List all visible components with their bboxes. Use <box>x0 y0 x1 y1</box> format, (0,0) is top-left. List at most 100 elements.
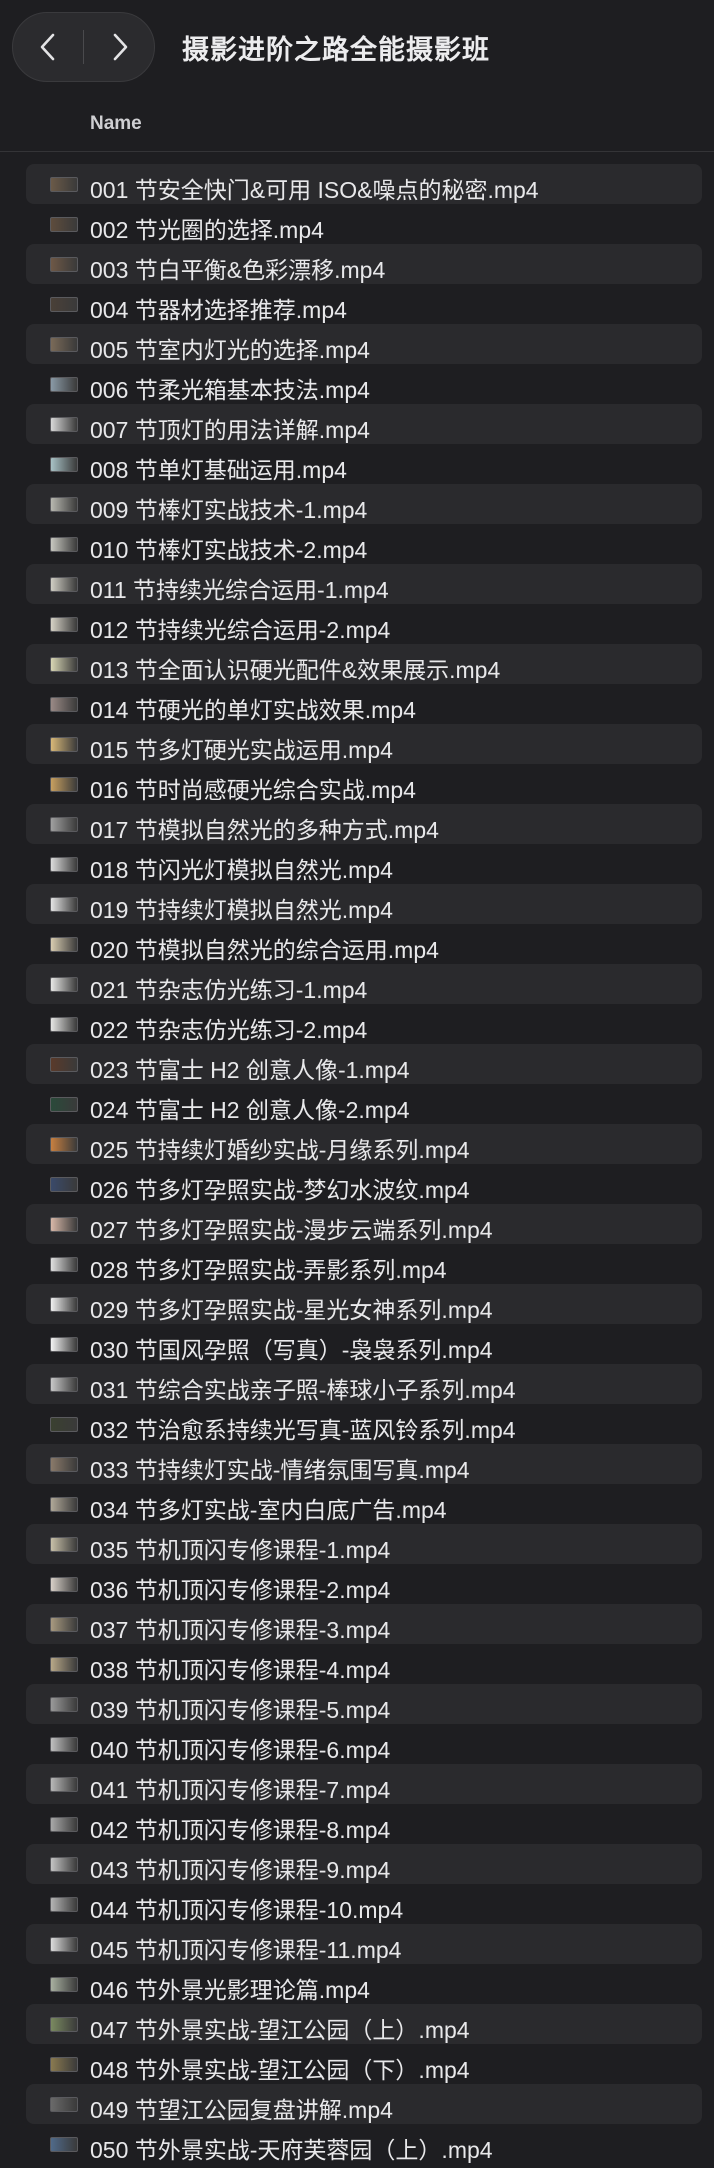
back-button[interactable] <box>13 13 83 81</box>
file-name: 039 节机顶闪专修课程-5.mp4 <box>90 1697 391 1723</box>
file-row[interactable]: 001 节安全快门&可用 ISO&噪点的秘密.mp4 <box>26 164 702 204</box>
file-row[interactable]: 022 节杂志仿光练习-2.mp4 <box>26 1004 702 1044</box>
file-name: 019 节持续灯模拟自然光.mp4 <box>90 897 393 923</box>
file-row[interactable]: 044 节机顶闪专修课程-10.mp4 <box>26 1884 702 1924</box>
video-thumbnail-icon <box>50 1777 78 1792</box>
video-thumbnail-icon <box>50 257 78 272</box>
video-thumbnail-icon <box>50 337 78 352</box>
file-name: 025 节持续灯婚纱实战-月缘系列.mp4 <box>90 1137 470 1163</box>
file-row[interactable]: 014 节硬光的单灯实战效果.mp4 <box>26 684 702 724</box>
file-name: 034 节多灯实战-室内白底广告.mp4 <box>90 1497 447 1523</box>
file-name: 003 节白平衡&色彩漂移.mp4 <box>90 257 386 283</box>
file-name: 002 节光圈的选择.mp4 <box>90 217 324 243</box>
file-row[interactable]: 027 节多灯孕照实战-漫步云端系列.mp4 <box>26 1204 702 1244</box>
video-thumbnail-icon <box>50 577 78 592</box>
file-row[interactable]: 011 节持续光综合运用-1.mp4 <box>26 564 702 604</box>
video-thumbnail-icon <box>50 1417 78 1432</box>
file-name: 008 节单灯基础运用.mp4 <box>90 457 347 483</box>
file-name: 021 节杂志仿光练习-1.mp4 <box>90 977 368 1003</box>
file-row[interactable]: 021 节杂志仿光练习-1.mp4 <box>26 964 702 1004</box>
file-name: 023 节富士 H2 创意人像-1.mp4 <box>90 1057 410 1083</box>
file-name: 027 节多灯孕照实战-漫步云端系列.mp4 <box>90 1217 493 1243</box>
file-name: 046 节外景光影理论篇.mp4 <box>90 1977 370 2003</box>
file-row[interactable]: 047 节外景实战-望江公园（上）.mp4 <box>26 2004 702 2044</box>
file-row[interactable]: 031 节综合实战亲子照-棒球小子系列.mp4 <box>26 1364 702 1404</box>
file-name: 047 节外景实战-望江公园（上）.mp4 <box>90 2017 470 2043</box>
file-row[interactable]: 006 节柔光箱基本技法.mp4 <box>26 364 702 404</box>
file-row[interactable]: 033 节持续灯实战-情绪氛围写真.mp4 <box>26 1444 702 1484</box>
file-row[interactable]: 036 节机顶闪专修课程-2.mp4 <box>26 1564 702 1604</box>
file-row[interactable]: 005 节室内灯光的选择.mp4 <box>26 324 702 364</box>
file-row[interactable]: 012 节持续光综合运用-2.mp4 <box>26 604 702 644</box>
file-row[interactable]: 018 节闪光灯模拟自然光.mp4 <box>26 844 702 884</box>
file-name: 024 节富士 H2 创意人像-2.mp4 <box>90 1097 410 1123</box>
file-row[interactable]: 050 节外景实战-天府芙蓉园（上）.mp4 <box>26 2124 702 2164</box>
file-name: 022 节杂志仿光练习-2.mp4 <box>90 1017 368 1043</box>
navigation-pill <box>12 12 155 82</box>
video-thumbnail-icon <box>50 1977 78 1992</box>
video-thumbnail-icon <box>50 697 78 712</box>
file-row[interactable]: 039 节机顶闪专修课程-5.mp4 <box>26 1684 702 1724</box>
file-list: 001 节安全快门&可用 ISO&噪点的秘密.mp4 002 节光圈的选择.mp4… <box>0 164 714 2164</box>
video-thumbnail-icon <box>50 497 78 512</box>
file-name: 017 节模拟自然光的多种方式.mp4 <box>90 817 439 843</box>
file-name: 006 节柔光箱基本技法.mp4 <box>90 377 370 403</box>
file-row[interactable]: 002 节光圈的选择.mp4 <box>26 204 702 244</box>
video-thumbnail-icon <box>50 1577 78 1592</box>
file-row[interactable]: 045 节机顶闪专修课程-11.mp4 <box>26 1924 702 1964</box>
file-name: 035 节机顶闪专修课程-1.mp4 <box>90 1537 391 1563</box>
file-row[interactable]: 009 节棒灯实战技术-1.mp4 <box>26 484 702 524</box>
file-row[interactable]: 028 节多灯孕照实战-弄影系列.mp4 <box>26 1244 702 1284</box>
file-row[interactable]: 030 节国风孕照（写真）-袅袅系列.mp4 <box>26 1324 702 1364</box>
file-row[interactable]: 019 节持续灯模拟自然光.mp4 <box>26 884 702 924</box>
video-thumbnail-icon <box>50 1297 78 1312</box>
file-row[interactable]: 035 节机顶闪专修课程-1.mp4 <box>26 1524 702 1564</box>
video-thumbnail-icon <box>50 1857 78 1872</box>
file-name: 028 节多灯孕照实战-弄影系列.mp4 <box>90 1257 447 1283</box>
column-header-name[interactable]: Name <box>90 113 142 135</box>
video-thumbnail-icon <box>50 977 78 992</box>
file-name: 015 节多灯硬光实战运用.mp4 <box>90 737 393 763</box>
video-thumbnail-icon <box>50 1497 78 1512</box>
video-thumbnail-icon <box>50 217 78 232</box>
chevron-left-icon <box>40 33 55 61</box>
file-row[interactable]: 032 节治愈系持续光写真-蓝风铃系列.mp4 <box>26 1404 702 1444</box>
file-row[interactable]: 003 节白平衡&色彩漂移.mp4 <box>26 244 702 284</box>
file-row[interactable]: 046 节外景光影理论篇.mp4 <box>26 1964 702 2004</box>
file-row[interactable]: 020 节模拟自然光的综合运用.mp4 <box>26 924 702 964</box>
file-row[interactable]: 010 节棒灯实战技术-2.mp4 <box>26 524 702 564</box>
file-row[interactable]: 040 节机顶闪专修课程-6.mp4 <box>26 1724 702 1764</box>
file-name: 030 节国风孕照（写真）-袅袅系列.mp4 <box>90 1337 493 1363</box>
file-row[interactable]: 025 节持续灯婚纱实战-月缘系列.mp4 <box>26 1124 702 1164</box>
file-row[interactable]: 016 节时尚感硬光综合实战.mp4 <box>26 764 702 804</box>
file-row[interactable]: 029 节多灯孕照实战-星光女神系列.mp4 <box>26 1284 702 1324</box>
file-row[interactable]: 013 节全面认识硬光配件&效果展示.mp4 <box>26 644 702 684</box>
file-name: 045 节机顶闪专修课程-11.mp4 <box>90 1937 402 1963</box>
file-name: 041 节机顶闪专修课程-7.mp4 <box>90 1777 391 1803</box>
toolbar: 摄影进阶之路全能摄影班 <box>0 0 714 96</box>
video-thumbnail-icon <box>50 737 78 752</box>
file-row[interactable]: 004 节器材选择推荐.mp4 <box>26 284 702 324</box>
file-row[interactable]: 017 节模拟自然光的多种方式.mp4 <box>26 804 702 844</box>
file-row[interactable]: 034 节多灯实战-室内白底广告.mp4 <box>26 1484 702 1524</box>
file-name: 029 节多灯孕照实战-星光女神系列.mp4 <box>90 1297 493 1323</box>
file-row[interactable]: 042 节机顶闪专修课程-8.mp4 <box>26 1804 702 1844</box>
video-thumbnail-icon <box>50 1377 78 1392</box>
file-row[interactable]: 008 节单灯基础运用.mp4 <box>26 444 702 484</box>
file-row[interactable]: 043 节机顶闪专修课程-9.mp4 <box>26 1844 702 1884</box>
file-row[interactable]: 041 节机顶闪专修课程-7.mp4 <box>26 1764 702 1804</box>
file-row[interactable]: 037 节机顶闪专修课程-3.mp4 <box>26 1604 702 1644</box>
file-row[interactable]: 038 节机顶闪专修课程-4.mp4 <box>26 1644 702 1684</box>
file-row[interactable]: 023 节富士 H2 创意人像-1.mp4 <box>26 1044 702 1084</box>
file-row[interactable]: 048 节外景实战-望江公园（下）.mp4 <box>26 2044 702 2084</box>
file-row[interactable]: 024 节富士 H2 创意人像-2.mp4 <box>26 1084 702 1124</box>
video-thumbnail-icon <box>50 537 78 552</box>
file-row[interactable]: 007 节顶灯的用法详解.mp4 <box>26 404 702 444</box>
file-row[interactable]: 049 节望江公园复盘讲解.mp4 <box>26 2084 702 2124</box>
file-name: 038 节机顶闪专修课程-4.mp4 <box>90 1657 391 1683</box>
file-name: 044 节机顶闪专修课程-10.mp4 <box>90 1897 404 1923</box>
file-row[interactable]: 015 节多灯硬光实战运用.mp4 <box>26 724 702 764</box>
forward-button[interactable] <box>85 13 155 81</box>
file-row[interactable]: 026 节多灯孕照实战-梦幻水波纹.mp4 <box>26 1164 702 1204</box>
video-thumbnail-icon <box>50 1617 78 1632</box>
